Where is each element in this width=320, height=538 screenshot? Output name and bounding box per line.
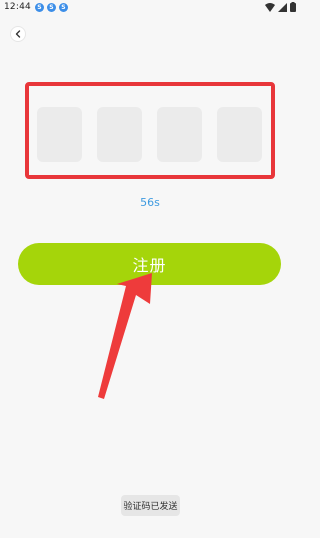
notification-icon: S — [34, 2, 44, 12]
register-button[interactable]: 注册 — [18, 243, 281, 285]
back-button[interactable] — [10, 26, 26, 42]
wifi-icon — [265, 2, 275, 12]
status-indicators — [265, 2, 296, 12]
signal-icon — [278, 2, 287, 12]
resend-countdown[interactable]: 56s — [0, 196, 300, 209]
status-time: 12:44 — [4, 2, 31, 12]
toast-message: 验证码已发送 — [121, 495, 180, 516]
notification-icon: S — [58, 2, 68, 12]
code-digit-box[interactable] — [217, 107, 262, 162]
notification-icon: S — [46, 2, 56, 12]
status-bar: 12:44 S S S — [0, 0, 300, 14]
code-digit-box[interactable] — [157, 107, 202, 162]
battery-icon — [290, 2, 296, 12]
chevron-left-icon — [15, 30, 21, 38]
code-digit-box[interactable] — [37, 107, 82, 162]
code-digit-box[interactable] — [97, 107, 142, 162]
